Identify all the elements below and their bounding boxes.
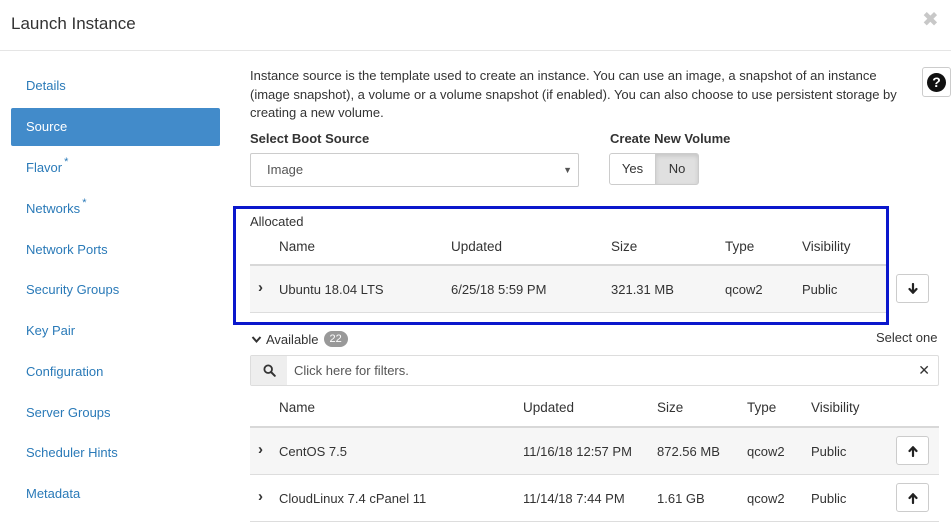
deallocate-button[interactable]: [896, 274, 929, 303]
row-size: 872.56 MB: [657, 444, 720, 459]
boot-source-label: Select Boot Source: [250, 131, 370, 146]
available-toggle[interactable]: Available 22: [251, 331, 348, 347]
close-icon[interactable]: ✖: [922, 10, 939, 30]
sidebar-item-label: Scheduler Hints: [26, 445, 118, 460]
row-name: CentOS 7.5: [279, 444, 347, 459]
sidebar-item-source[interactable]: Source: [11, 108, 220, 146]
arrow-up-icon: [907, 445, 918, 457]
row-name: Ubuntu 18.04 LTS: [279, 282, 384, 297]
column-header-visibility[interactable]: Visibility: [811, 400, 860, 415]
sidebar-item-configuration[interactable]: Configuration: [11, 353, 220, 391]
row-updated: 11/14/18 7:44 PM: [523, 491, 625, 506]
sidebar-item-server-groups[interactable]: Server Groups: [11, 394, 220, 432]
sidebar-item-key-pair[interactable]: Key Pair: [11, 312, 220, 350]
sidebar-item-label: Network Ports: [26, 242, 108, 257]
row-visibility: Public: [811, 444, 847, 459]
sidebar-item-metadata[interactable]: Metadata: [11, 475, 220, 513]
row-visibility: Public: [811, 491, 847, 506]
arrow-up-icon: [907, 492, 918, 504]
column-header-name[interactable]: Name: [279, 400, 315, 415]
create-volume-yes-button[interactable]: Yes: [609, 153, 656, 185]
sidebar-item-label: Security Groups: [26, 282, 120, 297]
source-description: Instance source is the template used to …: [250, 68, 897, 120]
modal-title: Launch Instance: [11, 14, 136, 33]
divider: [250, 312, 889, 313]
chevron-right-icon[interactable]: ›: [258, 279, 263, 296]
row-size: 1.61 GB: [657, 491, 705, 506]
allocate-button[interactable]: [896, 436, 929, 465]
sidebar-item-scheduler-hints[interactable]: Scheduler Hints: [11, 434, 220, 472]
allocate-button[interactable]: [896, 483, 929, 512]
boot-source-value: Image: [267, 162, 304, 177]
sidebar-item-label: Metadata: [26, 486, 81, 501]
divider: [250, 521, 939, 522]
row-updated: 6/25/18 5:59 PM: [451, 282, 547, 297]
help-button[interactable]: ?: [922, 67, 951, 97]
filter-input[interactable]: [288, 356, 908, 385]
available-label: Available: [266, 331, 319, 347]
clear-filter-icon[interactable]: ✕: [918, 362, 930, 379]
available-count-badge: 22: [323, 331, 348, 347]
row-name: CloudLinux 7.4 cPanel 11: [279, 491, 427, 506]
sidebar-item-label: Flavor: [26, 160, 63, 175]
sidebar-item-label: Configuration: [26, 364, 104, 379]
row-type: qcow2: [747, 444, 785, 459]
allocated-label: Allocated: [250, 214, 304, 229]
sidebar-item-label: Source: [26, 119, 68, 134]
sidebar-item-label: Details: [26, 78, 66, 93]
create-volume-label: Create New Volume: [610, 131, 731, 146]
column-header-size[interactable]: Size: [657, 400, 683, 415]
caret-down-icon: ▼: [563, 165, 572, 175]
column-header-name[interactable]: Name: [279, 239, 315, 254]
sidebar-item-security-groups[interactable]: Security Groups: [11, 271, 220, 309]
sidebar-item-label: Networks: [26, 201, 81, 216]
select-one-hint: Select one: [876, 330, 938, 345]
create-volume-no-button[interactable]: No: [655, 153, 699, 185]
modal-header: Launch Instance ✖: [0, 0, 951, 51]
help-icon: ?: [927, 72, 946, 92]
column-header-size[interactable]: Size: [611, 239, 637, 254]
sidebar-item-network-ports[interactable]: Network Ports: [11, 231, 220, 269]
row-updated: 11/16/18 12:57 PM: [523, 444, 632, 459]
column-header-type[interactable]: Type: [747, 400, 776, 415]
required-mark: *: [64, 156, 69, 168]
sidebar-item-flavor[interactable]: Flavor *: [11, 149, 220, 187]
sidebar-item-label: Server Groups: [26, 405, 111, 420]
sidebar-item-label: Key Pair: [26, 323, 76, 338]
column-header-updated[interactable]: Updated: [523, 400, 574, 415]
chevron-down-icon: [251, 335, 262, 343]
wizard-sidebar: Details Source Flavor * Networks * Network…: [0, 51, 232, 528]
sidebar-item-networks[interactable]: Networks *: [11, 190, 220, 228]
required-mark: *: [82, 197, 87, 209]
filter-bar: ✕: [250, 355, 939, 386]
column-header-updated[interactable]: Updated: [451, 239, 502, 254]
row-size: 321.31 MB: [611, 282, 674, 297]
search-icon: [251, 356, 287, 385]
row-type: qcow2: [747, 491, 785, 506]
chevron-right-icon[interactable]: ›: [258, 488, 263, 505]
column-header-type[interactable]: Type: [725, 239, 754, 254]
chevron-right-icon[interactable]: ›: [258, 441, 263, 458]
sidebar-item-details[interactable]: Details: [11, 67, 220, 105]
row-type: qcow2: [725, 282, 763, 297]
column-header-visibility[interactable]: Visibility: [802, 239, 851, 254]
row-visibility: Public: [802, 282, 838, 297]
arrow-down-icon: [907, 282, 918, 294]
divider: [250, 474, 939, 475]
boot-source-select[interactable]: Image ▼: [250, 153, 579, 187]
